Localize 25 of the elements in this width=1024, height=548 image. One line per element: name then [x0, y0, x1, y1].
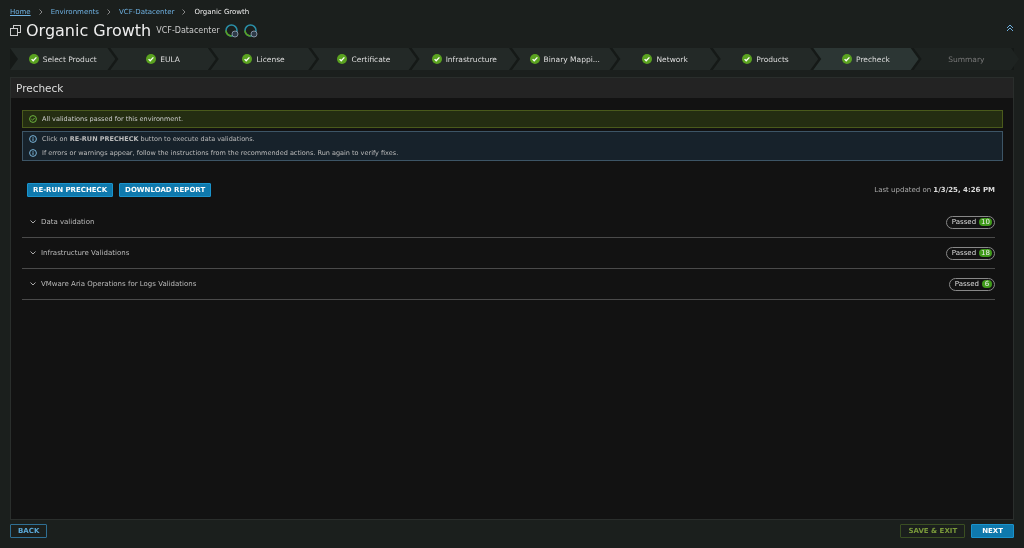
chevron-right-icon	[107, 9, 111, 15]
check-circle-icon	[842, 54, 852, 64]
check-circle-icon	[431, 54, 442, 64]
info-icon	[29, 149, 37, 157]
collapse-icon[interactable]	[1006, 24, 1014, 32]
panel-title: Precheck	[11, 78, 1013, 98]
check-circle-icon	[742, 54, 753, 64]
chevron-down-icon	[30, 220, 36, 224]
check-circle-icon	[242, 54, 253, 64]
check-circle-icon	[642, 54, 653, 64]
status-gear-icon	[243, 23, 258, 38]
info-icon	[29, 135, 37, 143]
check-circle-icon	[529, 54, 540, 64]
environment-name: VCF-Datacenter	[156, 26, 220, 35]
page-title: Organic Growth	[26, 21, 152, 40]
check-circle-icon	[28, 54, 39, 64]
copy-icon	[10, 25, 21, 36]
status-gear-icon	[224, 23, 239, 38]
chevron-down-icon	[30, 251, 36, 255]
chevron-right-icon	[182, 9, 187, 15]
check-circle-icon	[146, 54, 157, 64]
check-circle-icon	[29, 115, 37, 123]
chevron-down-icon	[30, 282, 36, 286]
chevron-right-icon	[38, 9, 43, 15]
check-circle-icon	[337, 54, 348, 64]
